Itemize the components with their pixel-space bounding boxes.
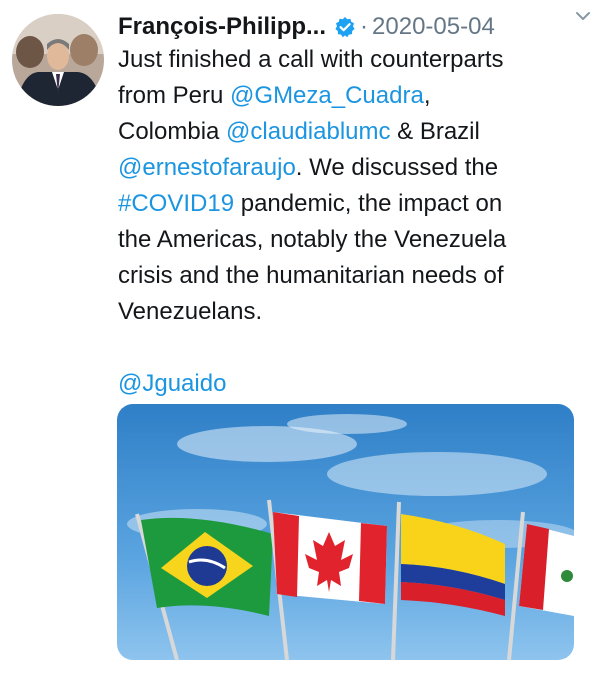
tweet-text-line: from Peru @GMeza_Cuadra,	[118, 78, 588, 114]
verified-badge-icon	[334, 16, 356, 38]
tweet-text: Just finished a call with counterparts fr…	[118, 42, 588, 402]
tweet-text-line: Colombia @claudiablumc & Brazil	[118, 114, 588, 150]
tweet-text-segment: the Americas, notably the Venezuela	[118, 226, 507, 253]
tweet-text-segment: Just finished a call with counterparts	[118, 46, 504, 73]
tweet-text-segment: & Brazil	[390, 118, 480, 145]
tweet[interactable]: François-Philipp... · 2020-05-04 Just fi…	[0, 0, 603, 673]
separator-dot: ·	[360, 13, 369, 40]
avatar-photo	[12, 14, 104, 106]
tweet-text-line: #COVID19 pandemic, the impact on	[118, 186, 588, 222]
mention-link[interactable]: @ernestofaraujo	[118, 154, 296, 181]
tweet-text-segment: from Peru	[118, 82, 231, 109]
avatar[interactable]	[12, 14, 104, 106]
tweet-text-line: Just finished a call with counterparts	[118, 42, 588, 78]
chevron-down-icon[interactable]	[573, 6, 593, 26]
tweet-header: François-Philipp... · 2020-05-04	[118, 10, 593, 44]
tweet-media-photo[interactable]	[117, 404, 574, 660]
tweet-text-line: crisis and the humanitarian needs of	[118, 258, 588, 294]
mention-link[interactable]: @Jguaido	[118, 370, 226, 397]
tweet-text-segment: pandemic, the impact on	[234, 190, 503, 217]
tweet-text-segment: . We discussed the	[295, 154, 499, 181]
tweet-text-segment: Venezuelans.	[118, 298, 263, 325]
tweet-text-blank-line	[118, 330, 588, 366]
hashtag-link[interactable]: #COVID19	[118, 190, 234, 217]
tweet-text-line: @Jguaido	[118, 366, 588, 402]
tweet-text-segment: Colombia	[118, 118, 227, 145]
author-name[interactable]: François-Philipp...	[118, 13, 326, 41]
tweet-date[interactable]: 2020-05-04	[372, 13, 495, 41]
mention-link[interactable]: @claudiablumc	[226, 118, 390, 145]
tweet-text-line: Venezuelans.	[118, 294, 588, 330]
tweet-text-line: @ernestofaraujo. We discussed the	[118, 150, 588, 186]
mention-link[interactable]: @GMeza_Cuadra	[230, 82, 424, 109]
tweet-text-segment: crisis and the humanitarian needs of	[118, 262, 504, 289]
tweet-text-line: the Americas, notably the Venezuela	[118, 222, 588, 258]
tweet-text-segment: ,	[423, 82, 431, 109]
